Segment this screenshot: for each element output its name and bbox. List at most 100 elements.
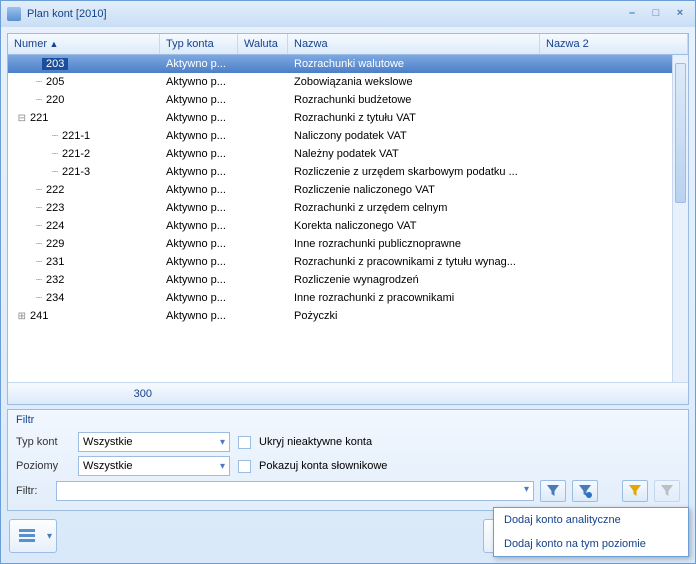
minimize-button[interactable]: – [623,7,641,21]
account-number: 203 [42,58,68,70]
account-number: 224 [42,220,68,232]
cell-typ: Aktywno p... [160,220,238,232]
cell-naz: Inne rozrachunki publicznoprawne [288,238,540,250]
cell-typ: Aktywno p... [160,112,238,124]
account-number: 241 [26,310,52,322]
col-header-typ[interactable]: Typ konta [160,34,238,54]
poziomy-label: Poziomy [16,460,70,472]
grid-header: Numer Typ konta Waluta Nazwa Nazwa 2 [8,34,688,55]
col-header-nazwa2[interactable]: Nazwa 2 [540,34,688,54]
window-frame: Plan kont [2010] – □ × Numer Typ konta W… [0,0,696,564]
accounts-grid: Numer Typ konta Waluta Nazwa Nazwa 2 ┈20… [7,33,689,405]
scroll-thumb[interactable] [675,63,686,203]
table-row[interactable]: ┈224Aktywno p...Korekta naliczonego VAT [8,217,688,235]
table-row[interactable]: ┈229 Aktywno p... Inne rozrachunki publicz… [8,235,688,253]
filter-settings-button[interactable] [572,480,598,502]
table-row[interactable]: ┈221-1Aktywno p...Naliczony podatek VAT [8,127,688,145]
window-title: Plan kont [2010] [27,8,623,20]
cell-typ: Aktywno p... [160,310,238,322]
cell-typ: Aktywno p... [160,76,238,88]
cell-naz: Zobowiązania wekslowe [288,76,540,88]
menu-add-analytic[interactable]: Dodaj konto analityczne [494,508,688,532]
cell-typ: Aktywno p... [160,238,238,250]
cell-naz: Inne rozrachunki z pracownikami [288,292,540,304]
table-row[interactable]: ⊟221Aktywno p...Rozrachunki z tytułu VAT [8,109,688,127]
clear-filter-button[interactable] [622,480,648,502]
cell-naz: Rozrachunki z pracownikami z tytułu wyna… [288,256,540,268]
tree-expander-icon[interactable]: ⊞ [14,311,26,322]
table-row[interactable]: ┈221-2Aktywno p...Należny podatek VAT [8,145,688,163]
apply-filter-button[interactable] [540,480,566,502]
table-row[interactable]: ┈220 Aktywno p... Rozrachunki budżetowe [8,91,688,109]
tree-leaf-icon: ┈ [30,239,42,250]
filtr-label: Filtr: [16,485,50,497]
table-row[interactable]: ⊞241 Aktywno p... Pożyczki [8,307,688,325]
tree-leaf-icon: ┈ [46,149,58,160]
close-button[interactable]: × [671,7,689,21]
filter-input[interactable] [56,481,534,501]
hide-inactive-label: Ukryj nieaktywne konta [259,436,372,448]
cell-naz: Rozliczenie naliczonego VAT [288,184,540,196]
hide-inactive-checkbox[interactable] [238,436,251,449]
tree-leaf-icon: ┈ [30,203,42,214]
col-header-numer[interactable]: Numer [8,34,160,54]
table-row[interactable]: ┈221-3Aktywno p...Rozliczenie z urzędem … [8,163,688,181]
funnel-gear-icon [578,484,592,498]
table-row[interactable]: ┈222Aktywno p...Rozliczenie naliczonego … [8,181,688,199]
vertical-scrollbar[interactable] [672,55,688,382]
list-view-button[interactable] [9,519,57,553]
grid-footer: 300 [8,382,688,404]
typ-kont-value: Wszystkie [83,436,133,448]
cell-naz: Pożyczki [288,310,540,322]
table-row[interactable]: ┈234Aktywno p...Inne rozrachunki z praco… [8,289,688,307]
maximize-button[interactable]: □ [647,7,665,21]
account-number: 205 [42,76,68,88]
grid-body[interactable]: ┈203Aktywno p...Rozrachunki walutowe┈205… [8,55,688,382]
titlebar[interactable]: Plan kont [2010] – □ × [1,1,695,27]
cell-naz: Rozrachunki z urzędem celnym [288,202,540,214]
account-number: 223 [42,202,68,214]
cell-naz: Należny podatek VAT [288,148,540,160]
account-number: 220 [42,94,68,106]
tree-leaf-icon: ┈ [30,59,42,70]
grid-sum: 300 [8,388,160,400]
typ-kont-label: Typ kont [16,436,70,448]
menu-add-same-level[interactable]: Dodaj konto na tym poziomie [494,532,688,556]
account-number: 221-2 [58,148,94,160]
filter-disabled-button [654,480,680,502]
show-dict-label: Pokazuj konta słownikowe [259,460,387,472]
list-icon [18,527,36,545]
cell-typ: Aktywno p... [160,274,238,286]
cell-typ: Aktywno p... [160,58,238,70]
table-row[interactable]: ┈232Aktywno p...Rozliczenie wynagrodzeń [8,271,688,289]
cell-naz: Korekta naliczonego VAT [288,220,540,232]
account-number: 234 [42,292,68,304]
tree-leaf-icon: ┈ [30,275,42,286]
cell-typ: Aktywno p... [160,292,238,304]
funnel-disabled-icon [660,484,674,498]
poziomy-combo[interactable]: Wszystkie [78,456,230,476]
tree-leaf-icon: ┈ [30,77,42,88]
account-number: 232 [42,274,68,286]
funnel-clear-icon [628,484,642,498]
cell-naz: Rozliczenie z urzędem skarbowym podatku … [288,166,540,178]
tree-expander-icon[interactable]: ⊟ [14,113,26,124]
table-row[interactable]: ┈203Aktywno p...Rozrachunki walutowe [8,55,688,73]
tree-leaf-icon: ┈ [30,95,42,106]
table-row[interactable]: ┈205 Aktywno p... Zobowiązania wekslowe [8,73,688,91]
cell-typ: Aktywno p... [160,94,238,106]
cell-typ: Aktywno p... [160,202,238,214]
show-dict-checkbox[interactable] [238,460,251,473]
funnel-icon [546,484,560,498]
account-number: 221-1 [58,130,94,142]
cell-naz: Rozrachunki budżetowe [288,94,540,106]
cell-naz: Naliczony podatek VAT [288,130,540,142]
typ-kont-combo[interactable]: Wszystkie [78,432,230,452]
account-number: 231 [42,256,68,268]
table-row[interactable]: ┈223 Aktywno p... Rozrachunki z urzędem ce… [8,199,688,217]
table-row[interactable]: ┈231Aktywno p...Rozrachunki z pracownika… [8,253,688,271]
account-number: 229 [42,238,68,250]
tree-leaf-icon: ┈ [46,167,58,178]
col-header-waluta[interactable]: Waluta [238,34,288,54]
col-header-nazwa[interactable]: Nazwa [288,34,540,54]
